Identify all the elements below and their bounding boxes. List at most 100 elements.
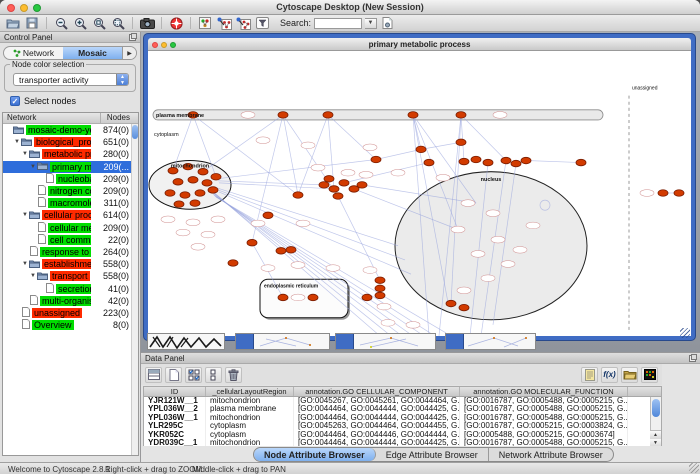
more-tabs-button[interactable]: ▶: [122, 47, 136, 59]
expand-arrow-icon[interactable]: ▼: [29, 273, 37, 279]
view-resize-grip[interactable]: [680, 328, 690, 338]
expand-arrow-icon[interactable]: ▼: [21, 261, 29, 267]
tree-row[interactable]: cell communicat22(0): [3, 234, 131, 246]
tree-row[interactable]: nucleobase-209(0): [3, 173, 131, 185]
tab-edge-attribute-browser[interactable]: Edge Attribute Browser: [376, 448, 489, 461]
tree-row[interactable]: ▼cellular process614(0): [3, 209, 131, 221]
tree-row[interactable]: response to stimulu264(0): [3, 246, 131, 258]
table-row[interactable]: YKR052Ccytoplasm[GO:0044464, GO:0044446,…: [144, 431, 661, 439]
select-attributes-icon[interactable]: [185, 367, 202, 383]
table-scroll-thumb[interactable]: [652, 399, 660, 417]
tree-row-label: cellular process: [42, 210, 91, 220]
new-attribute-icon[interactable]: [165, 367, 182, 383]
search-dropdown-button[interactable]: ▼: [365, 18, 377, 29]
folder-icon: [21, 137, 32, 148]
attribute-table: ID_cellularLayoutRegionannotation.GO CEL…: [143, 386, 662, 447]
table-row[interactable]: YLR295Ccytoplasm[GO:0045263, GO:0044464,…: [144, 422, 661, 430]
save-session-icon[interactable]: [23, 16, 41, 31]
select-nodes-checkbox[interactable]: ✓: [10, 96, 20, 106]
network-file-icon: [30, 246, 38, 258]
tree-row-label: nitrogen compo: [48, 186, 91, 196]
table-column-header[interactable]: annotation.GO MOLECULAR_FUNCTION: [460, 387, 628, 396]
zoom-in-icon[interactable]: [71, 16, 89, 31]
search-label: Search:: [280, 18, 311, 28]
heatmap-icon[interactable]: [641, 367, 658, 383]
tree-row-node-count: 209(...: [91, 162, 131, 172]
network-desktop: primary metabolic process plasma membran…: [141, 32, 700, 352]
tree-row[interactable]: ▼primary metabo209(...: [3, 161, 131, 173]
table-scrollbar[interactable]: ▲▼: [650, 397, 661, 446]
tree-row[interactable]: ▼biological_process651(0): [3, 136, 131, 148]
minimized-window-4[interactable]: [445, 333, 536, 350]
tree-row[interactable]: ▼establishment of lo558(0): [3, 258, 131, 270]
combo-stepper-icon[interactable]: ▲▼: [116, 74, 128, 85]
minimized-window-1[interactable]: [147, 333, 225, 350]
network-view-titlebar[interactable]: primary metabolic process: [148, 38, 691, 51]
filter-icon[interactable]: [253, 16, 271, 31]
zoom-selected-icon[interactable]: [90, 16, 108, 31]
tree-scroll-thumb[interactable]: [132, 125, 138, 139]
node-color-select[interactable]: transporter activity ▲▼: [13, 73, 129, 86]
zoom-fit-icon[interactable]: [109, 16, 127, 31]
table-column-filler: [628, 387, 661, 396]
tree-row[interactable]: macromolecule311(0): [3, 197, 131, 209]
tree-row[interactable]: multi-organism pro42(0): [3, 295, 131, 307]
folder-icon: [37, 271, 48, 282]
tab-network-attribute-browser[interactable]: Network Attribute Browser: [489, 448, 613, 461]
tree-row-label: response to stimulu: [40, 247, 91, 257]
configure-search-icon[interactable]: [378, 16, 396, 31]
table-column-header[interactable]: _cellularLayoutRegion: [206, 387, 294, 396]
tab-network[interactable]: Network: [4, 47, 63, 59]
unselect-attributes-icon[interactable]: [205, 367, 222, 383]
help-icon[interactable]: [167, 16, 185, 31]
zoom-out-icon[interactable]: [52, 16, 70, 31]
import-attributes-icon[interactable]: [621, 367, 638, 383]
table-row[interactable]: YPL036W__1mitochondrion[GO:0044464, GO:0…: [144, 414, 661, 422]
expand-arrow-icon[interactable]: ▼: [29, 164, 37, 170]
float-panel-icon[interactable]: [689, 355, 696, 362]
minimized-window-2[interactable]: [235, 333, 330, 350]
expand-arrow-icon[interactable]: ▼: [21, 212, 29, 218]
apply-layout-2-icon[interactable]: [234, 16, 252, 31]
tree-row[interactable]: Overview8(0): [3, 319, 131, 331]
window-resize-grip[interactable]: [689, 463, 699, 473]
attribute-notes-icon[interactable]: [581, 367, 598, 383]
expand-arrow-icon[interactable]: ▼: [21, 151, 29, 157]
float-panel-icon[interactable]: [129, 34, 136, 41]
region-label: plasma membrane: [156, 113, 204, 119]
table-column-header[interactable]: annotation.GO CELLULAR_COMPONENT: [294, 387, 460, 396]
layout-settings-icon[interactable]: [196, 16, 214, 31]
delete-attribute-icon[interactable]: [225, 367, 242, 383]
tab-node-attribute-browser[interactable]: Node Attribute Browser: [254, 448, 376, 461]
expand-arrow-icon[interactable]: ▼: [13, 139, 21, 145]
tree-row[interactable]: nitrogen compo209(0): [3, 185, 131, 197]
scroll-up-icon[interactable]: ▲: [650, 431, 661, 439]
tab-mosaic[interactable]: Mosaic: [63, 47, 122, 59]
tree-row[interactable]: unassigned223(0): [3, 307, 131, 319]
tree-column-nodes[interactable]: Nodes: [100, 113, 138, 123]
tree-row[interactable]: secretion41(0): [3, 282, 131, 294]
folder-icon: [29, 259, 40, 270]
search-input[interactable]: [314, 18, 362, 29]
attribute-equation-icon[interactable]: f(x): [601, 367, 618, 383]
tree-row[interactable]: mosaic-demo-yeast874(0): [3, 124, 131, 136]
tree-row-node-count: 41(0): [91, 284, 131, 294]
tree-scrollbar[interactable]: [131, 124, 138, 455]
tree-column-network[interactable]: Network: [3, 113, 100, 123]
attribute-matrix-icon[interactable]: [145, 367, 162, 383]
table-row[interactable]: YPL036W__2plasma membrane[GO:0044464, GO…: [144, 405, 661, 413]
network-file-icon: [22, 307, 30, 319]
network-canvas[interactable]: plasma membranecytoplasmmitochondrionnuc…: [148, 51, 691, 336]
tree-row-node-count: 8(0): [91, 320, 131, 330]
table-row[interactable]: YJR121W__1mitochondrion[GO:0045267, GO:0…: [144, 397, 661, 405]
table-column-header[interactable]: ID: [144, 387, 206, 396]
open-session-icon[interactable]: [4, 16, 22, 31]
region-label: endoplasmic reticulum: [264, 283, 319, 289]
minimized-window-3[interactable]: [335, 333, 436, 350]
tree-row[interactable]: cellular metabo209(0): [3, 222, 131, 234]
snapshot-icon[interactable]: [138, 16, 156, 31]
tree-row[interactable]: ▼transport558(0): [3, 270, 131, 282]
apply-layout-1-icon[interactable]: [215, 16, 233, 31]
tree-row[interactable]: ▼metabolic process280(0): [3, 148, 131, 160]
network-view-window[interactable]: primary metabolic process plasma membran…: [143, 33, 696, 341]
